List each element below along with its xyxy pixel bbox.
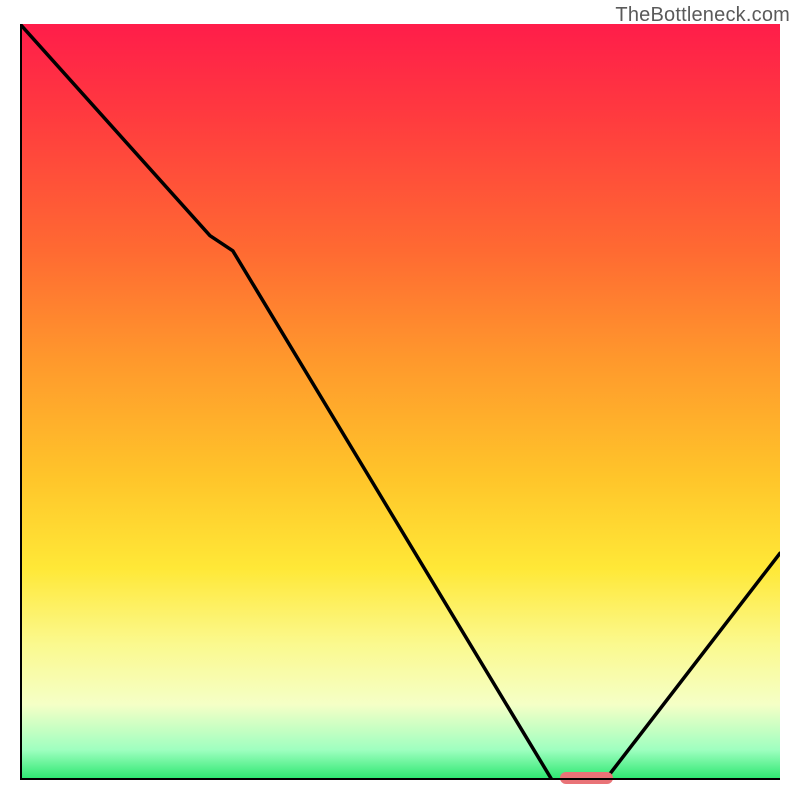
curve-path (20, 24, 780, 780)
plot-area (20, 24, 780, 780)
y-axis (20, 24, 22, 780)
bottleneck-chart: TheBottleneck.com (0, 0, 800, 800)
x-axis (20, 778, 780, 780)
curve-svg (20, 24, 780, 780)
